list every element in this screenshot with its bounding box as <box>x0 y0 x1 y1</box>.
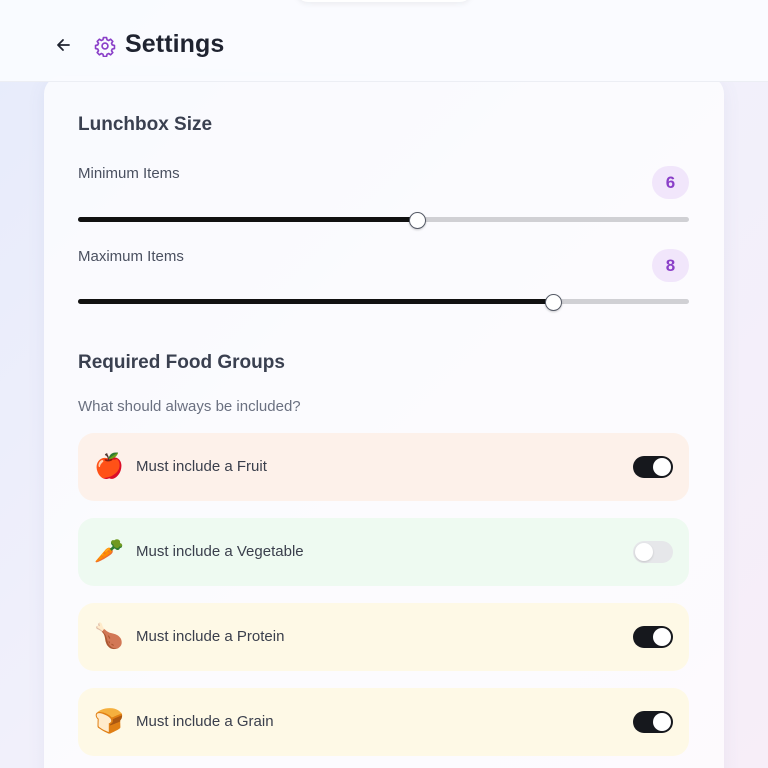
slider-fill <box>78 217 418 222</box>
food-row-protein: 🍗 Must include a Protein <box>78 603 689 671</box>
arrow-left-icon <box>57 39 70 51</box>
page-title: Settings <box>125 30 225 58</box>
food-groups-title: Required Food Groups <box>78 352 285 373</box>
food-row-label: Must include a Fruit <box>136 458 267 475</box>
food-groups-subtitle: What should always be included? <box>78 398 301 415</box>
toggle-knob <box>653 628 671 646</box>
fruit-toggle[interactable] <box>633 456 673 478</box>
vegetable-toggle[interactable] <box>633 541 673 563</box>
minimum-items-label: Minimum Items <box>78 165 180 182</box>
slider-fill <box>78 299 554 304</box>
maximum-items-slider[interactable] <box>78 294 689 311</box>
slider-thumb[interactable] <box>409 212 427 229</box>
minimum-items-slider[interactable] <box>78 212 689 229</box>
minimum-items-badge: 6 <box>652 166 689 199</box>
lunchbox-size-title: Lunchbox Size <box>78 114 213 135</box>
food-row-label: Must include a Grain <box>136 713 274 730</box>
settings-card: Lunchbox Size Minimum Items 6 Maximum It… <box>44 76 724 768</box>
food-row-vegetable: 🥕 Must include a Vegetable <box>78 518 689 586</box>
food-row-fruit: 🍎 Must include a Fruit <box>78 433 689 501</box>
header: Settings <box>0 0 768 82</box>
food-row-label: Must include a Vegetable <box>136 543 304 560</box>
back-button[interactable] <box>50 32 76 58</box>
maximum-items-badge: 8 <box>652 249 689 282</box>
bread-icon: 🍞 <box>94 708 124 735</box>
grain-toggle[interactable] <box>633 711 673 733</box>
toggle-knob <box>635 543 653 561</box>
drumstick-icon: 🍗 <box>94 623 124 650</box>
top-notch <box>296 0 472 2</box>
slider-thumb[interactable] <box>545 294 563 311</box>
food-row-label: Must include a Protein <box>136 628 285 645</box>
carrot-icon: 🥕 <box>94 538 124 565</box>
protein-toggle[interactable] <box>633 626 673 648</box>
maximum-items-label: Maximum Items <box>78 248 184 265</box>
toggle-knob <box>653 458 671 476</box>
toggle-knob <box>653 713 671 731</box>
food-row-grain: 🍞 Must include a Grain <box>78 688 689 756</box>
gear-icon <box>94 36 116 57</box>
apple-icon: 🍎 <box>94 453 124 480</box>
